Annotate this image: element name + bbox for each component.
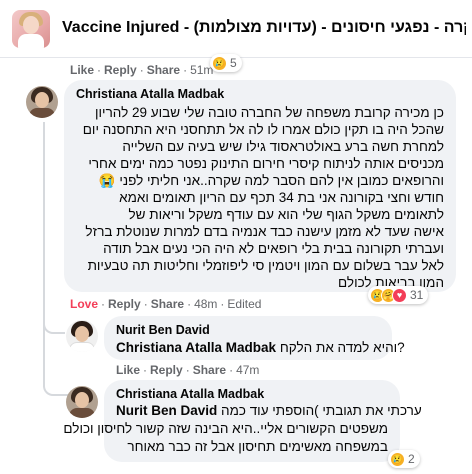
reply-link[interactable]: Reply [150, 363, 183, 377]
comment-line: משפטים הקשורים אליי..היא הבינה שזה קשור … [63, 421, 388, 436]
comment-bubble: Christiana Atalla Madbak כן מכירה קרובת … [64, 80, 456, 292]
reaction-count: 31 [410, 288, 424, 302]
mention-tag[interactable]: Nurit Ben David [116, 403, 217, 418]
like-link[interactable]: Like [116, 363, 140, 377]
timestamp[interactable]: 48m [194, 297, 217, 311]
comment-author[interactable]: Christiana Atalla Madbak [76, 87, 224, 101]
comment-author[interactable]: Christiana Atalla Madbak [116, 387, 264, 401]
comment-line: לאל עבר בשלום עם המון ויטמין סי ליפוזמלי… [87, 258, 444, 273]
comment-line: Nurit Ben David ערכתי את תגובתי )הוספתי … [116, 402, 422, 420]
group-header: Vaccine Injured - (עדויות מצולמות) - גם … [0, 0, 472, 58]
post-actions: Like · Reply · Share · 51m [70, 63, 214, 77]
sad-emoji-icon: 😢 [212, 55, 227, 71]
mention-tag[interactable]: Christiana Atalla Madbak [116, 340, 276, 355]
reaction-count: 2 [408, 452, 415, 466]
comment-actions: Love · Reply · Share · 48m · Edited [70, 297, 262, 311]
comment-line: במשפחה מאשימים תחיסון אבל זה כבר מאוחר [127, 439, 388, 454]
edited-label[interactable]: Edited [227, 297, 261, 311]
comment-text: Christiana Atalla Madbak והיא למדה את הל… [116, 339, 405, 357]
reply-text: והיא למדה את הלקח? [279, 340, 405, 355]
share-link[interactable]: Share [193, 363, 226, 377]
avatar[interactable] [66, 386, 98, 418]
comment-line: מכניסים אותה לניתוח קיסרי חירום התינוק נ… [88, 156, 444, 171]
reply-link[interactable]: Reply [108, 297, 141, 311]
love-link[interactable]: Love [70, 297, 98, 311]
comment-bubble: Christiana Atalla Madbak Nurit Ben David… [63, 380, 422, 462]
share-link[interactable]: Share [151, 297, 184, 311]
comment-line: כן מכירה קרובת משפחה של החברה טובה שלי ש… [95, 105, 444, 120]
timestamp[interactable]: 47m [236, 363, 259, 377]
comment-line: והרופאים כמובן אין להם הסבר למה שקרה..אנ… [98, 173, 444, 188]
comment-line: לתאומים משקל הגוף שלי הוא עם עודף משקל ו… [128, 207, 445, 222]
thread-line [43, 122, 45, 387]
reaction-badge[interactable]: 😢 5 [210, 54, 242, 72]
comment-line: חודש וחצי בקורונה אני בת 34 תכף עם הריון… [119, 190, 444, 205]
avatar[interactable] [66, 320, 98, 352]
sad-emoji-icon: 😢 [390, 451, 405, 467]
thread-connector [43, 300, 65, 334]
avatar[interactable] [26, 86, 58, 118]
comment-author[interactable]: Nurit Ben David [116, 323, 210, 337]
heart-icon: ♥ [392, 287, 407, 303]
reply-link[interactable]: Reply [104, 63, 137, 77]
reply-text: ערכתי את תגובתי )הוספתי עוד כמה [221, 403, 422, 418]
reaction-count: 5 [230, 56, 237, 70]
comment-line: למחרת חשה ברע באולטראסוד גילו שיש בעיה ע… [122, 139, 444, 154]
like-link[interactable]: Like [70, 63, 94, 77]
share-link[interactable]: Share [147, 63, 180, 77]
reaction-badge[interactable]: 😢 🤗 ♥ 31 [368, 286, 429, 304]
group-avatar[interactable] [12, 10, 50, 48]
comment-line: ועברתי תקורונה בבית בלי רופאים לא היה הכ… [103, 241, 444, 256]
comment-line: שהכל היה בו תקין כולם אמרו לו לה אל תתחס… [82, 122, 444, 137]
comment-actions: Like · Reply · Share · 47m [116, 363, 260, 377]
reaction-badge[interactable]: 😢 2 [388, 450, 420, 468]
comment-bubble: Nurit Ben David Christiana Atalla Madbak… [104, 316, 405, 360]
group-title[interactable]: Vaccine Injured - (עדויות מצולמות) - גם … [62, 19, 466, 37]
comment-line: אישה שעד לא מזמן עישנה כבד אנמיה בדם למר… [85, 224, 444, 239]
